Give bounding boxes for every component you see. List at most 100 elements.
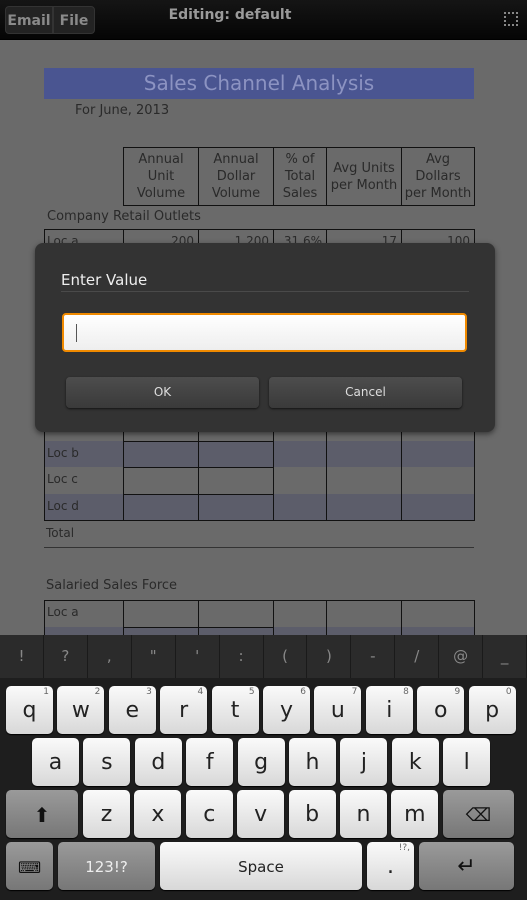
key-hint: !?, — [398, 843, 410, 853]
key-x[interactable]: x — [134, 790, 182, 838]
symbol-key[interactable]: / — [395, 635, 440, 678]
backspace-icon: ⌫ — [465, 805, 492, 826]
symbol-key[interactable]: : — [220, 635, 264, 678]
text-caret — [76, 324, 77, 342]
period-key[interactable]: .!?, — [367, 842, 414, 890]
key-e[interactable]: e3 — [108, 686, 156, 734]
key-g[interactable]: g — [237, 738, 285, 786]
key-f[interactable]: f — [186, 738, 234, 786]
column-header: Annual Unit Volume — [123, 147, 199, 206]
key-h[interactable]: h — [289, 738, 336, 786]
key-v[interactable]: v — [237, 790, 285, 838]
key-number-hint: 5 — [248, 687, 255, 697]
row-line — [123, 441, 273, 442]
column-line — [401, 600, 402, 640]
key-k[interactable]: k — [391, 738, 439, 786]
key-q[interactable]: q1 — [6, 686, 53, 734]
row-label: Loc d — [47, 499, 79, 513]
symbol-key[interactable]: ( — [264, 635, 308, 678]
key-number-hint: 9 — [454, 687, 461, 697]
key-label: . — [387, 854, 394, 879]
symbols-mode-key[interactable]: 123!? — [58, 842, 155, 890]
key-t[interactable]: t5 — [211, 686, 259, 734]
key-number-hint: 4 — [197, 687, 204, 697]
key-j[interactable]: j — [340, 738, 388, 786]
row-label: Loc c — [47, 472, 78, 486]
column-header: Avg Units per Month — [326, 147, 402, 206]
document-title: Sales Channel Analysis — [44, 68, 474, 99]
space-key[interactable]: Space — [160, 842, 362, 890]
symbol-bar: !?, " ':() - / @ _ — [0, 635, 527, 678]
dialog-title: Enter Value — [61, 271, 148, 289]
row-label: Loc b — [47, 446, 79, 460]
keyboard-icon: ⌨ — [17, 858, 42, 877]
symbol-key[interactable]: - — [351, 635, 396, 678]
key-o[interactable]: o9 — [417, 686, 465, 734]
key-label: q — [22, 698, 37, 723]
symbol-key[interactable]: ! — [0, 635, 44, 678]
key-label: u — [330, 698, 345, 723]
column-header: Avg Dollars per Month — [401, 147, 475, 206]
symbol-key[interactable]: " — [132, 635, 176, 678]
column-line — [198, 600, 199, 640]
key-r[interactable]: r4 — [160, 686, 208, 734]
key-label: e — [125, 698, 140, 723]
key-z[interactable]: z — [83, 790, 130, 838]
row-stripe — [45, 441, 474, 467]
row-stripe — [45, 494, 474, 520]
key-s[interactable]: s — [83, 738, 131, 786]
ok-button[interactable]: OK — [66, 377, 259, 408]
key-number-hint: 2 — [94, 687, 101, 697]
symbol-key[interactable]: ? — [44, 635, 88, 678]
key-label: i — [386, 698, 393, 723]
key-d[interactable]: d — [134, 738, 182, 786]
key-p[interactable]: p0 — [468, 686, 516, 734]
enter-key[interactable]: ↵ — [419, 842, 514, 890]
cancel-button[interactable]: Cancel — [269, 377, 462, 408]
column-header: % of Total Sales — [273, 147, 327, 206]
section-label: Salaried Sales Force — [46, 578, 178, 593]
symbol-key[interactable]: _ — [483, 635, 527, 678]
key-m[interactable]: m — [391, 790, 439, 838]
key-y[interactable]: y6 — [263, 686, 310, 734]
action-bar: Email File Editing: default — [0, 0, 527, 40]
email-button[interactable]: Email — [5, 6, 53, 34]
key-c[interactable]: c — [185, 790, 233, 838]
backspace-key[interactable]: ⌫ — [443, 790, 514, 838]
key-n[interactable]: n — [340, 790, 387, 838]
column-line — [273, 600, 274, 640]
key-number-hint: 6 — [300, 687, 306, 697]
shift-key[interactable]: ⬆ — [6, 790, 78, 838]
key-label: o — [433, 698, 448, 723]
column-line — [326, 600, 327, 640]
row-line — [123, 467, 273, 468]
file-button[interactable]: File — [53, 6, 95, 34]
key-number-hint: 0 — [505, 687, 512, 697]
key-number-hint: 3 — [146, 687, 152, 697]
row-line — [123, 627, 273, 628]
symbol-key[interactable]: @ — [439, 635, 484, 678]
symbol-key[interactable]: ' — [176, 635, 220, 678]
row-line — [123, 494, 273, 495]
key-b[interactable]: b — [288, 790, 336, 838]
row-label: Loc a — [47, 605, 79, 619]
key-label: y — [279, 698, 294, 723]
key-l[interactable]: l — [443, 738, 491, 786]
enter-icon: ↵ — [457, 854, 476, 879]
key-a[interactable]: a — [32, 738, 79, 786]
editing-title: Editing: default — [168, 7, 292, 23]
key-u[interactable]: u7 — [314, 686, 362, 734]
value-input[interactable] — [62, 313, 467, 352]
symbol-key[interactable]: , — [88, 635, 132, 678]
enter-value-dialog: Enter Value OK Cancel — [35, 243, 495, 432]
symbol-key[interactable]: ) — [307, 635, 352, 678]
keyboard-settings-key[interactable]: ⌨ — [6, 842, 53, 890]
key-number-hint: 1 — [43, 687, 49, 697]
column-line — [123, 600, 124, 640]
fullscreen-icon[interactable] — [504, 12, 518, 26]
key-i[interactable]: i8 — [365, 686, 413, 734]
shift-arrow-icon: ⬆ — [33, 803, 51, 827]
soft-keyboard: !?, " ':() - / @ _ q1w2e3r4t5y6u7i8o9p0asdfghj… — [0, 635, 527, 900]
key-w[interactable]: w2 — [57, 686, 105, 734]
key-label: w — [71, 698, 90, 723]
